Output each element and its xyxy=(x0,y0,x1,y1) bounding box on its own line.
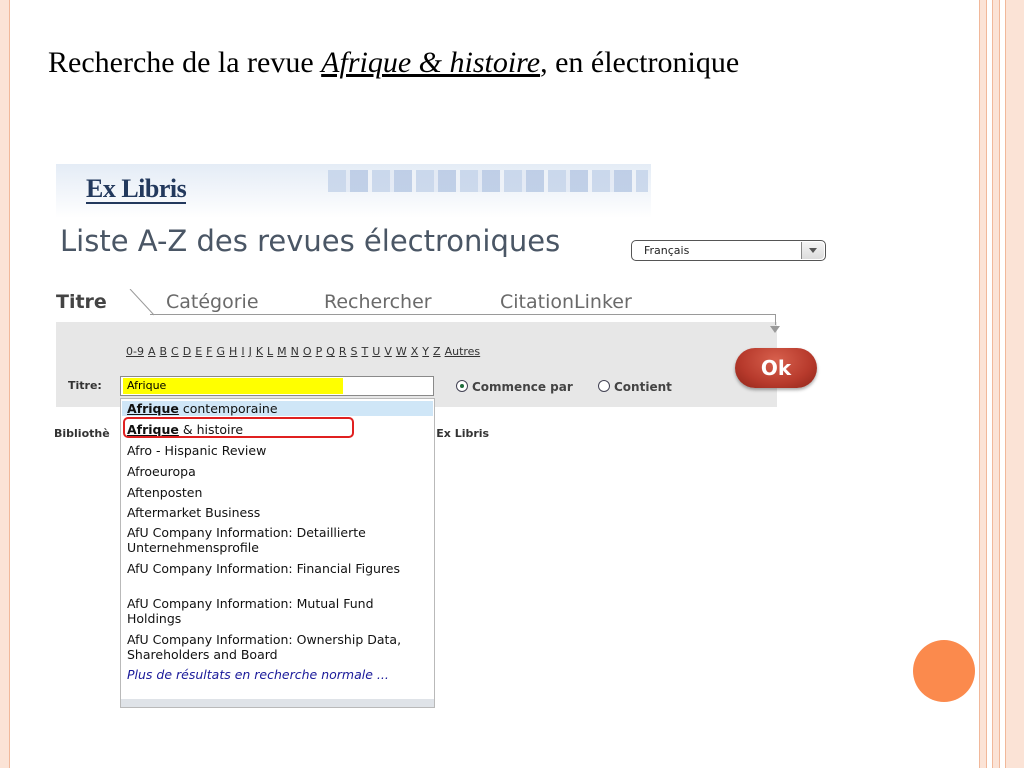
alphabet-link[interactable]: U xyxy=(372,345,380,358)
footer-left-text: Bibliothè xyxy=(54,427,110,440)
alphabet-link[interactable]: P xyxy=(316,345,323,358)
slide-right-stripe xyxy=(979,0,987,768)
tab-titre[interactable]: Titre xyxy=(56,291,107,313)
alphabet-link[interactable]: O xyxy=(303,345,312,358)
dropdown-suggestion[interactable]: AfU Company Information: Mutual Fund Hol… xyxy=(127,596,427,626)
alphabet-link[interactable]: Y xyxy=(422,345,429,358)
alphabet-link[interactable]: V xyxy=(384,345,392,358)
slide-title-prefix: Recherche de la revue xyxy=(48,46,322,79)
alphabet-link[interactable]: F xyxy=(206,345,212,358)
alphabet-link[interactable]: Z xyxy=(433,345,441,358)
radio-commence-par-label[interactable]: Commence par xyxy=(472,380,573,394)
alphabet-link[interactable]: M xyxy=(277,345,287,358)
slide-right-stripe xyxy=(992,0,1000,768)
alphabet-link-autres[interactable]: Autres xyxy=(445,345,481,358)
slide-left-border xyxy=(0,0,10,768)
dropdown-suggestion[interactable]: Aftermarket Business xyxy=(127,505,427,520)
suggestion-text: AfU Company Information: Ownership Data,… xyxy=(127,632,402,662)
ok-button[interactable]: Ok xyxy=(735,348,817,388)
dropdown-scroll-edge xyxy=(121,699,434,707)
banner-pattern xyxy=(328,170,648,192)
title-search-input[interactable]: Afrique xyxy=(120,376,434,396)
dropdown-suggestion[interactable]: AfU Company Information: Financial Figur… xyxy=(127,561,427,576)
footer-right-text: r Ex Libris xyxy=(427,427,490,440)
title-field-label: Titre: xyxy=(68,379,102,392)
alphabet-link[interactable]: S xyxy=(351,345,358,358)
header-banner: Ex Libris xyxy=(56,164,651,218)
slide-title: Recherche de la revue Afrique & histoire… xyxy=(48,46,739,80)
connector-arrow-icon xyxy=(770,326,780,333)
alphabet-link[interactable]: J xyxy=(249,345,252,358)
radio-commence-par[interactable] xyxy=(456,380,468,392)
chevron-down-icon[interactable] xyxy=(801,242,824,259)
alphabet-link[interactable]: R xyxy=(339,345,347,358)
alphabet-link[interactable]: C xyxy=(171,345,179,358)
alphabet-link[interactable]: E xyxy=(195,345,202,358)
suggestion-text: AfU Company Information: Detaillierte Un… xyxy=(127,525,366,555)
tab-separator xyxy=(129,289,155,316)
suggestion-text: Afroeuropa xyxy=(127,464,196,479)
alphabet-link[interactable]: Q xyxy=(326,345,335,358)
tab-rechercher[interactable]: Rechercher xyxy=(324,291,432,313)
suggestion-text: Aftermarket Business xyxy=(127,505,261,520)
suggestion-text: Afro - Hispanic Review xyxy=(127,443,267,458)
dropdown-suggestion[interactable]: AfU Company Information: Detaillierte Un… xyxy=(127,525,427,555)
annotation-highlight-box xyxy=(123,417,354,438)
alphabet-link[interactable]: G xyxy=(217,345,226,358)
alphabet-link[interactable]: 0-9 xyxy=(126,345,144,358)
language-select-value: Français xyxy=(644,244,690,257)
slide-title-suffix: , en électronique xyxy=(540,46,740,79)
dropdown-suggestion[interactable]: AfU Company Information: Ownership Data,… xyxy=(127,632,427,662)
dropdown-suggestion[interactable]: Afrique contemporaine xyxy=(122,401,433,416)
suggestion-text: contemporaine xyxy=(178,401,278,416)
suggestion-match-text: Afrique xyxy=(127,401,179,416)
search-input-value: Afrique xyxy=(127,379,167,392)
alphabet-link[interactable]: W xyxy=(396,345,407,358)
radio-contient-label[interactable]: Contient xyxy=(614,380,672,394)
ex-libris-logo: Ex Libris xyxy=(86,174,187,204)
alphabet-link[interactable]: N xyxy=(291,345,299,358)
panel-connector xyxy=(150,314,776,325)
dropdown-suggestion[interactable]: Aftenposten xyxy=(127,485,427,500)
alphabet-link[interactable]: D xyxy=(183,345,191,358)
page-title: Liste A-Z des revues électroniques xyxy=(60,224,561,258)
alphabet-link[interactable]: B xyxy=(160,345,168,358)
slide-right-stripe xyxy=(1005,0,1024,768)
alphabet-link[interactable]: K xyxy=(256,345,263,358)
autocomplete-dropdown: Afrique contemporaine Afrique & histoire A… xyxy=(120,398,435,708)
tab-categorie[interactable]: Catégorie xyxy=(166,291,259,313)
alphabet-link[interactable]: H xyxy=(229,345,237,358)
suggestion-text: Aftenposten xyxy=(127,485,203,500)
alphabet-link[interactable]: X xyxy=(411,345,419,358)
suggestion-text: AfU Company Information: Mutual Fund Hol… xyxy=(127,596,374,626)
more-results-link[interactable]: Plus de résultats en recherche normale .… xyxy=(127,667,427,682)
language-select[interactable]: Français xyxy=(631,240,826,261)
alphabet-link[interactable]: I xyxy=(241,345,244,358)
suggestion-text: AfU Company Information: Financial Figur… xyxy=(127,561,400,576)
dropdown-suggestion[interactable]: Afroeuropa xyxy=(127,464,427,479)
alphabet-index: 0-9 A B C D E F G H I J K L M N O P Q R S T U V W X Y Z Autres xyxy=(126,345,484,358)
alphabet-link[interactable]: A xyxy=(148,345,156,358)
dropdown-suggestion[interactable]: Afro - Hispanic Review xyxy=(127,443,427,458)
decorative-circle xyxy=(913,640,975,702)
slide-title-journal: Afrique & histoire xyxy=(321,46,541,79)
alphabet-link[interactable]: T xyxy=(362,345,369,358)
alphabet-link[interactable]: L xyxy=(267,345,273,358)
tab-citationlinker[interactable]: CitationLinker xyxy=(500,291,632,313)
radio-contient[interactable] xyxy=(598,380,610,392)
